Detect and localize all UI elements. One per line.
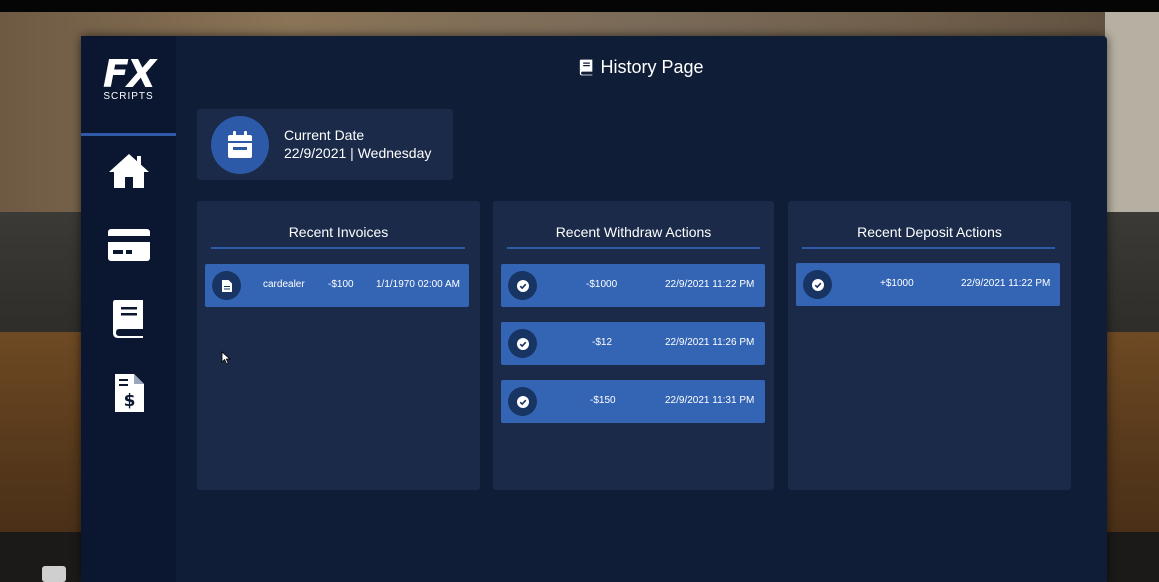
banking-tablet: FX SCRIPTS $ History Page Current Date 2… <box>81 36 1107 582</box>
calendar-icon <box>228 131 252 158</box>
current-date-label: Current Date <box>284 127 365 143</box>
recent-withdraw-panel: Recent Withdraw Actions -$1000 22/9/2021… <box>493 201 774 490</box>
withdraw-amount: -$1000 <box>586 279 618 290</box>
recent-invoices-panel: Recent Invoices cardealer -$100 1/1/1970… <box>197 201 480 490</box>
sidebar-item-invoices[interactable]: $ <box>81 368 176 418</box>
deposit-amount: +$1000 <box>880 278 914 289</box>
withdraw-row[interactable]: -$12 22/9/2021 11:26 PM <box>501 322 765 365</box>
invoice-amount: -$100 <box>328 279 354 290</box>
sidebar-item-home[interactable] <box>81 146 176 196</box>
current-date-value: 22/9/2021 | Wednesday <box>284 145 432 161</box>
page-title-text: History Page <box>600 57 704 77</box>
panel-divider <box>507 247 760 249</box>
sidebar: FX SCRIPTS $ <box>81 36 176 582</box>
home-icon <box>108 154 149 188</box>
invoice-row[interactable]: cardealer -$100 1/1/1970 02:00 AM <box>205 264 469 307</box>
withdraw-row[interactable]: -$1000 22/9/2021 11:22 PM <box>501 264 765 307</box>
panel-divider <box>211 247 465 249</box>
logo-divider <box>81 133 176 136</box>
file-icon <box>221 279 232 292</box>
panel-divider <box>802 247 1055 249</box>
backdrop-top-bar <box>0 0 1159 12</box>
page-title: History Page <box>176 56 1107 78</box>
check-icon-circle <box>508 271 537 300</box>
logo-sub-text: SCRIPTS <box>103 91 154 102</box>
check-icon-circle <box>803 270 832 299</box>
check-icon-circle <box>508 329 537 358</box>
check-circle-icon <box>516 395 529 408</box>
check-circle-icon <box>811 278 824 291</box>
main-content: History Page Current Date 22/9/2021 | We… <box>176 36 1107 582</box>
withdraw-datetime: 22/9/2021 11:31 PM <box>665 395 755 406</box>
recent-deposit-panel: Recent Deposit Actions +$1000 22/9/2021 … <box>788 201 1071 490</box>
invoice-icon-circle <box>212 271 241 300</box>
backdrop-corner <box>42 566 66 582</box>
mouse-cursor-icon <box>221 351 231 365</box>
check-icon-circle <box>508 387 537 416</box>
date-icon-circle <box>211 116 269 174</box>
credit-card-icon <box>107 229 150 261</box>
withdraw-row[interactable]: -$150 22/9/2021 11:31 PM <box>501 380 765 423</box>
backdrop-window <box>1105 12 1159 212</box>
check-circle-icon <box>516 279 529 292</box>
withdraw-datetime: 22/9/2021 11:22 PM <box>665 279 755 290</box>
withdraw-amount: -$150 <box>590 395 616 406</box>
withdraw-datetime: 22/9/2021 11:26 PM <box>665 337 755 348</box>
recent-withdraw-title: Recent Withdraw Actions <box>555 224 712 240</box>
deposit-datetime: 22/9/2021 11:22 PM <box>961 278 1051 289</box>
recent-invoices-title: Recent Invoices <box>288 224 389 240</box>
withdraw-amount: -$12 <box>592 337 613 348</box>
svg-text:$: $ <box>123 391 135 411</box>
current-date-card: Current Date 22/9/2021 | Wednesday <box>197 109 453 180</box>
sidebar-item-cards[interactable] <box>81 220 176 270</box>
book-icon <box>112 300 143 338</box>
fx-scripts-logo: FX SCRIPTS <box>81 54 176 102</box>
check-circle-icon <box>516 337 529 350</box>
invoice-dollar-icon: $ <box>114 374 144 412</box>
sidebar-item-history[interactable] <box>81 294 176 344</box>
book-icon <box>580 59 593 75</box>
invoice-name: cardealer <box>263 279 305 290</box>
recent-deposit-title: Recent Deposit Actions <box>857 224 1002 240</box>
invoice-datetime: 1/1/1970 02:00 AM <box>376 279 460 290</box>
deposit-row[interactable]: +$1000 22/9/2021 11:22 PM <box>796 263 1060 306</box>
logo-main-text: FX <box>102 52 156 96</box>
